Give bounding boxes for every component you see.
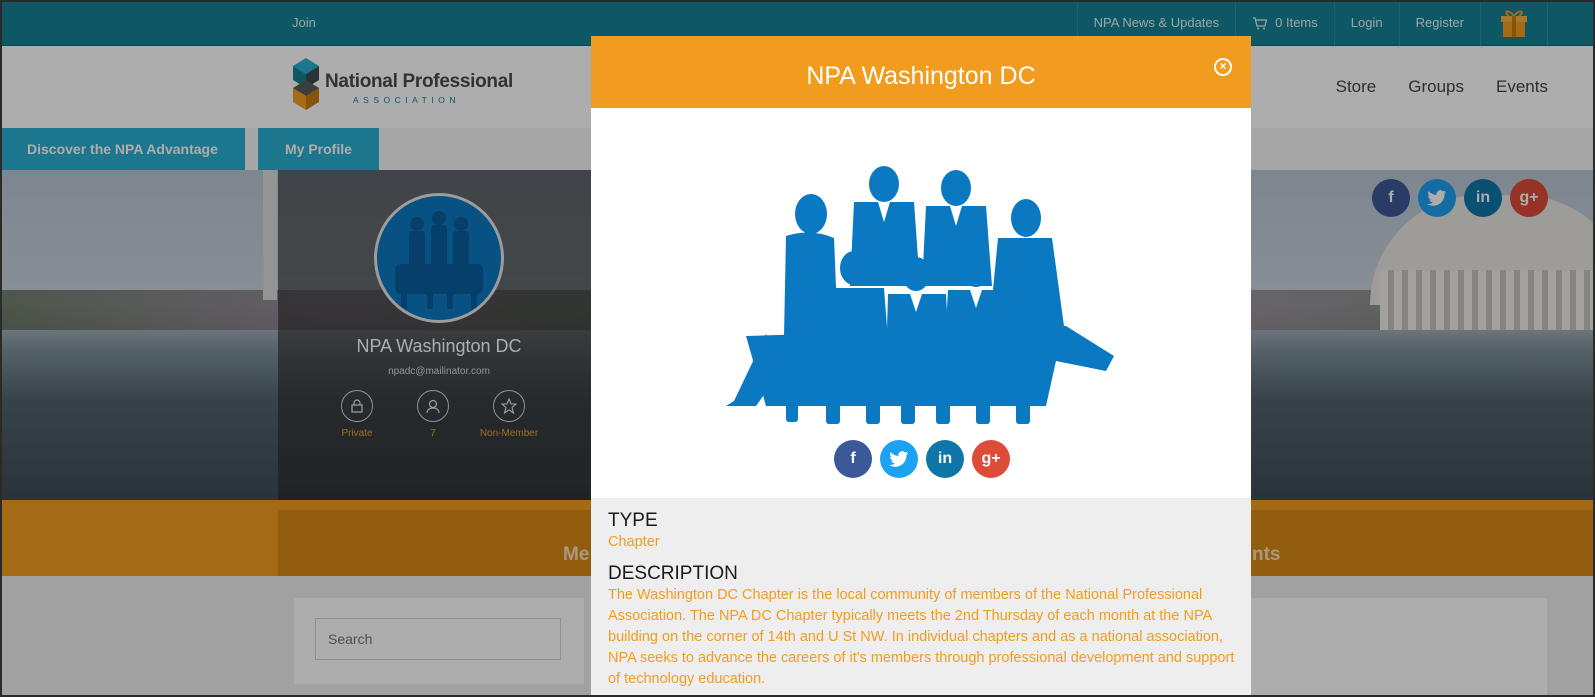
group-details-modal: NPA Washington DC × f in g+ TYPE Chapter… xyxy=(591,36,1251,697)
close-icon[interactable]: × xyxy=(1214,58,1232,76)
google-plus-icon[interactable]: g+ xyxy=(972,440,1010,478)
modal-title: NPA Washington DC xyxy=(806,62,1036,90)
modal-info-section: TYPE Chapter DESCRIPTION The Washington … xyxy=(591,498,1251,697)
type-value: Chapter xyxy=(608,534,660,550)
linkedin-icon[interactable]: in xyxy=(926,440,964,478)
type-heading: TYPE xyxy=(608,510,658,531)
description-text: The Washington DC Chapter is the local c… xyxy=(608,587,1235,687)
modal-social-links: f in g+ xyxy=(834,440,1010,478)
twitter-icon[interactable] xyxy=(880,440,918,478)
group-silhouette-image xyxy=(726,166,1114,424)
facebook-icon[interactable]: f xyxy=(834,440,872,478)
modal-header: NPA Washington DC × xyxy=(591,36,1251,108)
description-heading: DESCRIPTION xyxy=(608,563,738,584)
